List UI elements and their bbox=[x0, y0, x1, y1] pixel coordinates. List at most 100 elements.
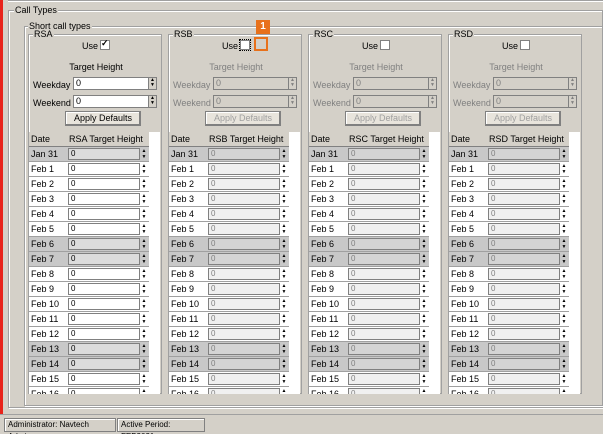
grid-scrollbar[interactable] bbox=[569, 132, 580, 394]
spin-arrows-icon[interactable]: ▲▼ bbox=[421, 388, 427, 394]
grid-scrollbar[interactable] bbox=[429, 132, 440, 394]
height-cell[interactable]: 0 bbox=[68, 178, 140, 190]
height-cell[interactable]: 0 bbox=[208, 373, 280, 385]
spin-arrows-icon[interactable]: ▲▼ bbox=[148, 96, 156, 107]
height-cell[interactable]: 0 bbox=[208, 328, 280, 340]
spin-arrows-icon[interactable]: ▲▼ bbox=[281, 253, 287, 265]
spin-arrows-icon[interactable]: ▲▼ bbox=[561, 193, 567, 205]
spin-arrows-icon[interactable]: ▲▼ bbox=[148, 78, 156, 89]
height-cell[interactable]: 0 bbox=[208, 148, 280, 160]
spin-arrows-icon[interactable]: ▲▼ bbox=[141, 268, 147, 280]
spin-arrows-icon[interactable]: ▲▼ bbox=[141, 223, 147, 235]
apply-defaults-button[interactable]: Apply Defaults bbox=[345, 111, 421, 126]
height-cell[interactable]: 0 bbox=[68, 193, 140, 205]
spin-arrows-icon[interactable]: ▲▼ bbox=[561, 283, 567, 295]
spin-arrows-icon[interactable]: ▲▼ bbox=[141, 253, 147, 265]
height-cell[interactable]: 0 bbox=[208, 223, 280, 235]
height-cell[interactable]: 0 bbox=[208, 388, 280, 394]
use-checkbox[interactable] bbox=[239, 39, 251, 51]
height-cell[interactable]: 0 bbox=[68, 373, 140, 385]
height-cell[interactable]: 0 bbox=[348, 283, 420, 295]
weekend-input[interactable]: 0 ▲ ▼ bbox=[73, 95, 157, 108]
spin-arrows-icon[interactable]: ▲▼ bbox=[421, 283, 427, 295]
height-cell[interactable]: 0 bbox=[348, 343, 420, 355]
height-cell[interactable]: 0 bbox=[348, 298, 420, 310]
spin-arrows-icon[interactable]: ▲▼ bbox=[561, 298, 567, 310]
height-cell[interactable]: 0 bbox=[348, 268, 420, 280]
height-cell[interactable]: 0 bbox=[488, 238, 560, 250]
spin-arrows-icon[interactable]: ▲▼ bbox=[421, 313, 427, 325]
spin-arrows-icon[interactable]: ▲▼ bbox=[281, 223, 287, 235]
spin-arrows-icon[interactable]: ▲▼ bbox=[561, 388, 567, 394]
height-cell[interactable]: 0 bbox=[208, 193, 280, 205]
height-cell[interactable]: 0 bbox=[348, 238, 420, 250]
spin-arrows-icon[interactable]: ▲▼ bbox=[428, 96, 436, 107]
spin-arrows-icon[interactable]: ▲▼ bbox=[428, 78, 436, 89]
height-cell[interactable]: 0 bbox=[488, 298, 560, 310]
spin-arrows-icon[interactable]: ▲▼ bbox=[561, 313, 567, 325]
spin-arrows-icon[interactable]: ▲▼ bbox=[281, 148, 287, 160]
spin-arrows-icon[interactable]: ▲▼ bbox=[281, 193, 287, 205]
spin-arrows-icon[interactable]: ▲▼ bbox=[281, 373, 287, 385]
spin-arrows-icon[interactable]: ▲▼ bbox=[421, 328, 427, 340]
spin-arrows-icon[interactable]: ▲▼ bbox=[568, 78, 576, 89]
height-cell[interactable]: 0 bbox=[68, 388, 140, 394]
height-cell[interactable]: 0 bbox=[488, 208, 560, 220]
weekend-input[interactable]: 0 ▲ ▼ bbox=[213, 95, 297, 108]
spin-arrows-icon[interactable]: ▲▼ bbox=[141, 208, 147, 220]
height-cell[interactable]: 0 bbox=[348, 193, 420, 205]
height-cell[interactable]: 0 bbox=[488, 253, 560, 265]
height-cell[interactable]: 0 bbox=[68, 298, 140, 310]
height-cell[interactable]: 0 bbox=[68, 283, 140, 295]
apply-defaults-button[interactable]: Apply Defaults bbox=[205, 111, 281, 126]
height-cell[interactable]: 0 bbox=[68, 208, 140, 220]
height-cell[interactable]: 0 bbox=[68, 328, 140, 340]
height-cell[interactable]: 0 bbox=[208, 313, 280, 325]
spin-arrows-icon[interactable]: ▲▼ bbox=[561, 253, 567, 265]
height-cell[interactable]: 0 bbox=[488, 163, 560, 175]
spin-arrows-icon[interactable]: ▲▼ bbox=[561, 358, 567, 370]
height-cell[interactable]: 0 bbox=[488, 373, 560, 385]
height-cell[interactable]: 0 bbox=[68, 238, 140, 250]
spin-arrows-icon[interactable]: ▲▼ bbox=[281, 238, 287, 250]
height-cell[interactable]: 0 bbox=[348, 223, 420, 235]
spin-arrows-icon[interactable]: ▲▼ bbox=[281, 358, 287, 370]
spin-arrows-icon[interactable]: ▲▼ bbox=[561, 343, 567, 355]
height-cell[interactable]: 0 bbox=[348, 388, 420, 394]
spin-arrows-icon[interactable]: ▲▼ bbox=[281, 163, 287, 175]
spin-arrows-icon[interactable]: ▲▼ bbox=[141, 148, 147, 160]
spin-arrows-icon[interactable]: ▲▼ bbox=[141, 238, 147, 250]
height-cell[interactable]: 0 bbox=[68, 313, 140, 325]
weekday-input[interactable]: 0 ▲ ▼ bbox=[213, 77, 297, 90]
spin-arrows-icon[interactable]: ▲▼ bbox=[281, 328, 287, 340]
height-cell[interactable]: 0 bbox=[488, 283, 560, 295]
height-cell[interactable]: 0 bbox=[208, 238, 280, 250]
height-cell[interactable]: 0 bbox=[208, 343, 280, 355]
height-cell[interactable]: 0 bbox=[488, 313, 560, 325]
spin-arrows-icon[interactable]: ▲▼ bbox=[141, 283, 147, 295]
spin-arrows-icon[interactable]: ▲▼ bbox=[141, 298, 147, 310]
height-cell[interactable]: 0 bbox=[208, 178, 280, 190]
height-cell[interactable]: 0 bbox=[488, 178, 560, 190]
height-cell[interactable]: 0 bbox=[348, 178, 420, 190]
height-cell[interactable]: 0 bbox=[208, 298, 280, 310]
spin-arrows-icon[interactable]: ▲▼ bbox=[561, 268, 567, 280]
use-checkbox[interactable] bbox=[520, 40, 530, 50]
height-cell[interactable]: 0 bbox=[68, 163, 140, 175]
spin-arrows-icon[interactable]: ▲▼ bbox=[281, 208, 287, 220]
height-cell[interactable]: 0 bbox=[68, 223, 140, 235]
height-cell[interactable]: 0 bbox=[68, 343, 140, 355]
spin-arrows-icon[interactable]: ▲▼ bbox=[141, 193, 147, 205]
spin-arrows-icon[interactable]: ▲▼ bbox=[561, 208, 567, 220]
height-cell[interactable]: 0 bbox=[348, 328, 420, 340]
weekday-input[interactable]: 0 ▲ ▼ bbox=[353, 77, 437, 90]
height-cell[interactable]: 0 bbox=[488, 343, 560, 355]
height-cell[interactable]: 0 bbox=[348, 208, 420, 220]
spin-arrows-icon[interactable]: ▲▼ bbox=[141, 328, 147, 340]
spin-arrows-icon[interactable]: ▲▼ bbox=[421, 193, 427, 205]
spin-arrows-icon[interactable]: ▲▼ bbox=[421, 358, 427, 370]
height-cell[interactable]: 0 bbox=[208, 253, 280, 265]
height-cell[interactable]: 0 bbox=[208, 358, 280, 370]
weekend-input[interactable]: 0 ▲ ▼ bbox=[493, 95, 577, 108]
height-cell[interactable]: 0 bbox=[68, 358, 140, 370]
